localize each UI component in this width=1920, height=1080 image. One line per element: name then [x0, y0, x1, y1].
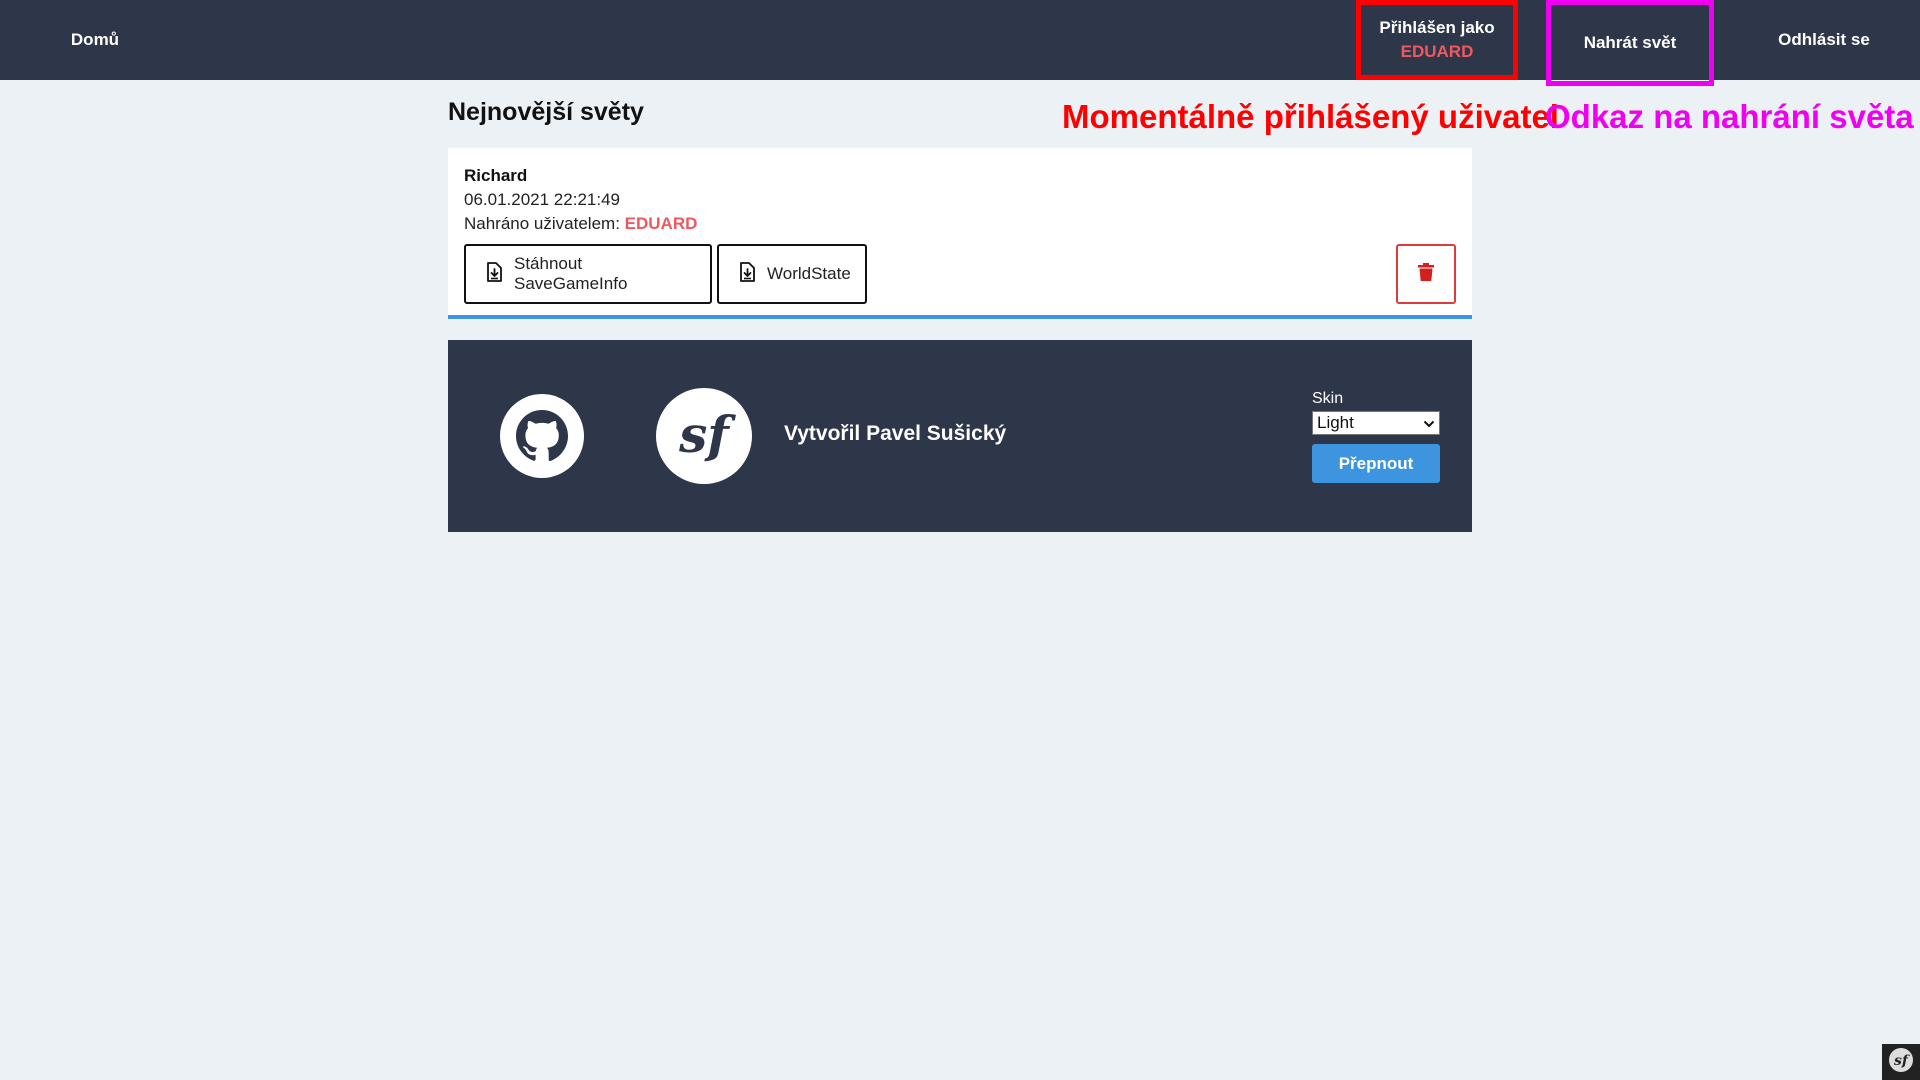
page-title: Nejnovější světy: [448, 98, 644, 126]
file-download-icon: [739, 261, 755, 287]
svg-text:sf: sf: [678, 405, 736, 464]
download-worldstate-label: WorldState: [767, 264, 851, 283]
github-icon[interactable]: [500, 394, 584, 478]
symfony-icon: sf: [1888, 1047, 1914, 1078]
skin-select[interactable]: Light: [1312, 411, 1440, 435]
nav-home-link[interactable]: Domů: [40, 0, 150, 80]
annotation-upload-link: Odkaz na nahrání světa: [1545, 98, 1914, 135]
footer: sf Vytvořil Pavel Sušický Skin Light Pře…: [448, 340, 1472, 532]
switch-skin-button[interactable]: Přepnout: [1312, 444, 1440, 483]
world-uploader: Nahráno uživatelem: EDUARD: [464, 214, 697, 234]
uploaded-by-username: EDUARD: [624, 214, 698, 233]
nav-logout-link[interactable]: Odhlásit se: [1740, 0, 1908, 80]
world-card: Richard 06.01.2021 22:21:49 Nahráno uživ…: [448, 148, 1472, 319]
logged-in-label: Přihlášen jako: [1379, 18, 1495, 37]
nav-current-user[interactable]: Přihlášen jako EDUARD: [1356, 0, 1518, 80]
trash-icon: [1418, 262, 1434, 286]
annotation-current-user: Momentálně přihlášený uživatel: [1062, 98, 1559, 135]
download-savegameinfo-button[interactable]: Stáhnout SaveGameInfo: [464, 244, 712, 304]
world-date: 06.01.2021 22:21:49: [464, 190, 620, 209]
uploaded-by-label: Nahráno uživatelem:: [464, 214, 620, 233]
file-download-icon: [486, 261, 502, 287]
chevron-down-icon: [1423, 413, 1435, 433]
skin-select-value: Light: [1317, 413, 1354, 432]
logged-in-username: EDUARD: [1400, 42, 1474, 61]
footer-credit: Vytvořil Pavel Sušický: [784, 422, 1007, 445]
top-navbar: Domů Přihlášen jako EDUARD Nahrát svět O…: [0, 0, 1920, 86]
symfony-icon[interactable]: sf: [656, 388, 752, 484]
symfony-toolbar-toggle[interactable]: sf: [1882, 1044, 1920, 1080]
download-savegameinfo-label: Stáhnout SaveGameInfo: [514, 254, 628, 293]
nav-upload-world-link[interactable]: Nahrát svět: [1546, 0, 1714, 86]
skin-label: Skin: [1312, 390, 1344, 407]
world-name: Richard: [464, 166, 528, 185]
delete-world-button[interactable]: [1396, 244, 1456, 304]
download-worldstate-button[interactable]: WorldState: [717, 244, 867, 304]
